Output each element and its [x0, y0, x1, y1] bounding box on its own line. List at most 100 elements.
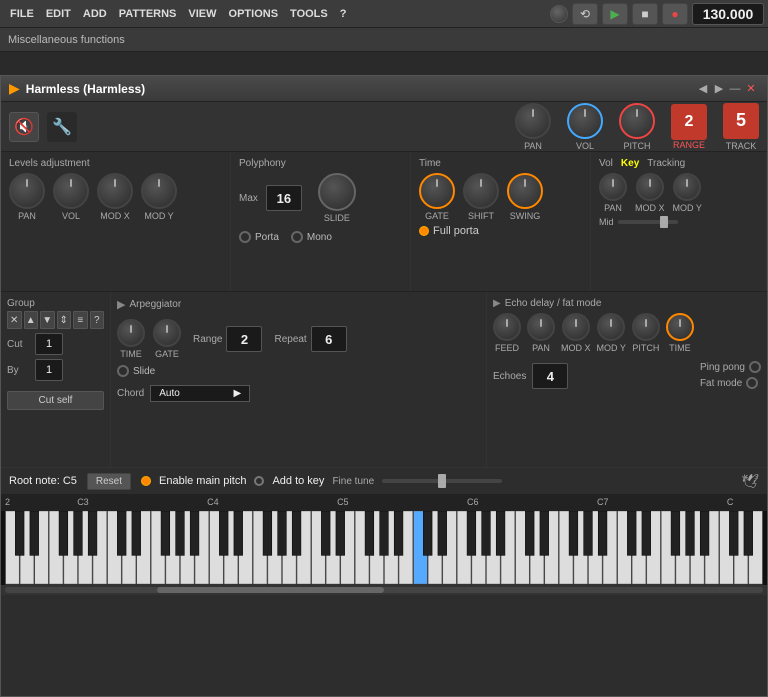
- levels-knobs-row: PAN VOL MOD X MOD Y: [9, 173, 222, 221]
- scroll-thumb[interactable]: [157, 587, 384, 593]
- vkt-mody-group: MOD Y: [673, 173, 702, 213]
- play-back-btn[interactable]: ⟲: [572, 3, 598, 25]
- gate-knob[interactable]: [419, 173, 455, 209]
- nav-prev-btn[interactable]: ◀: [695, 81, 711, 97]
- group-down-btn[interactable]: ▼: [40, 311, 55, 329]
- porta-radio[interactable]: Porta: [239, 231, 279, 243]
- levels-pan-knob[interactable]: [9, 173, 45, 209]
- transport-knob[interactable]: [550, 5, 568, 23]
- mid-slider-thumb: [660, 216, 668, 228]
- record-btn[interactable]: ●: [662, 3, 688, 25]
- vkt-modx-knob[interactable]: [636, 173, 664, 201]
- menu-options[interactable]: OPTIONS: [223, 6, 285, 22]
- add-to-key-radio[interactable]: [254, 476, 264, 486]
- vkt-mody-knob[interactable]: [673, 173, 701, 201]
- levels-modx-knob[interactable]: [97, 173, 133, 209]
- vkt-modx-label: MOD X: [635, 203, 665, 213]
- slide-radio-circle[interactable]: [117, 365, 129, 377]
- echo-pitch-knob[interactable]: [632, 313, 660, 341]
- slide-radio[interactable]: Slide: [117, 365, 155, 377]
- vkt-pan-knob[interactable]: [599, 173, 627, 201]
- echo-time-knob[interactable]: [666, 313, 694, 341]
- mono-radio-circle[interactable]: [291, 231, 303, 243]
- range-box[interactable]: 2: [671, 104, 707, 140]
- fine-tune-slider[interactable]: [382, 479, 502, 483]
- nav-next-btn[interactable]: ▶: [711, 81, 727, 97]
- menu-patterns[interactable]: PATTERNS: [113, 6, 183, 22]
- arp-gate-knob[interactable]: [153, 319, 181, 347]
- play-btn[interactable]: ▶: [602, 3, 628, 25]
- mono-label: Mono: [307, 232, 332, 243]
- track-box[interactable]: 5: [723, 103, 759, 139]
- echo-header: ▶ Echo delay / fat mode: [493, 298, 761, 309]
- mid-slider[interactable]: [618, 220, 678, 224]
- vol-knob-top[interactable]: [567, 103, 603, 139]
- menu-help[interactable]: ?: [334, 6, 353, 22]
- group-help-btn[interactable]: ?: [90, 311, 105, 329]
- chord-dropdown[interactable]: Auto ▶: [150, 385, 250, 402]
- pan-knob-top[interactable]: [515, 103, 551, 139]
- range-pair: Range 2: [193, 326, 262, 352]
- menu-edit[interactable]: EDIT: [40, 6, 77, 22]
- minimize-btn[interactable]: —: [727, 81, 743, 97]
- menu-file[interactable]: FILE: [4, 6, 40, 22]
- gate-knob-group: GATE: [419, 173, 455, 221]
- arp-arrow: ▶: [117, 298, 125, 311]
- max-value[interactable]: 16: [266, 185, 302, 211]
- group-updown-btn[interactable]: ⇕: [57, 311, 72, 329]
- range-repeat: Range 2 Repeat 6: [193, 326, 347, 352]
- by-value[interactable]: 1: [35, 359, 63, 381]
- swing-knob[interactable]: [507, 173, 543, 209]
- fullporta-dot[interactable]: [419, 226, 429, 236]
- arp-gate-label: GATE: [155, 349, 179, 359]
- arp-time-knob[interactable]: [117, 319, 145, 347]
- ping-pong-radio[interactable]: [749, 361, 761, 373]
- echo-pan-knob[interactable]: [527, 313, 555, 341]
- group-controls: Cut 1 By 1 Cut self: [7, 333, 104, 410]
- piano-keys[interactable]: // Will be drawn by JS below: [1, 511, 767, 585]
- reset-btn[interactable]: Reset: [87, 473, 131, 490]
- group-x-btn[interactable]: ✕: [7, 311, 22, 329]
- max-row: Max 16 SLIDE: [239, 173, 402, 223]
- levels-mody-knob[interactable]: [141, 173, 177, 209]
- fat-mode-radio[interactable]: [746, 377, 758, 389]
- piano-keys-svg[interactable]: // Will be drawn by JS below: [1, 511, 767, 585]
- echo-pitch-group: PITCH: [632, 313, 660, 353]
- echo-feed-knob[interactable]: [493, 313, 521, 341]
- bpm-display[interactable]: 130.000: [692, 3, 764, 25]
- time-title: Time: [419, 158, 582, 169]
- speaker-icon[interactable]: 🔇: [9, 112, 39, 142]
- piano-scrollbar[interactable]: [1, 585, 767, 595]
- echo-mody-knob[interactable]: [597, 313, 625, 341]
- enable-pitch-radio[interactable]: [141, 476, 151, 486]
- menu-tools[interactable]: TOOLS: [284, 6, 334, 22]
- close-btn[interactable]: ✕: [743, 81, 759, 97]
- group-up-btn[interactable]: ▲: [24, 311, 39, 329]
- mono-radio[interactable]: Mono: [291, 231, 332, 243]
- cut-self-btn[interactable]: Cut self: [7, 391, 104, 410]
- porta-radio-circle[interactable]: [239, 231, 251, 243]
- misc-functions-label: Miscellaneous functions: [8, 34, 125, 46]
- stop-btn[interactable]: ■: [632, 3, 658, 25]
- slide-knob[interactable]: [318, 173, 356, 211]
- piano-label-2: 2: [5, 497, 77, 507]
- range-value[interactable]: 2: [226, 326, 262, 352]
- pitch-knob-top[interactable]: [619, 103, 655, 139]
- repeat-value[interactable]: 6: [311, 326, 347, 352]
- poly-title: Polyphony: [239, 158, 402, 169]
- vkt-vol-label: Vol: [599, 158, 613, 169]
- piano-label-c6: C6: [467, 497, 597, 507]
- echo-modx-label: MOD X: [561, 343, 591, 353]
- echoes-value[interactable]: 4: [532, 363, 568, 389]
- echo-modx-knob[interactable]: [562, 313, 590, 341]
- scroll-track[interactable]: [5, 587, 763, 593]
- slide-label: SLIDE: [324, 213, 350, 223]
- levels-vol-knob[interactable]: [53, 173, 89, 209]
- bird-icon: 🕊: [741, 473, 759, 490]
- cut-value[interactable]: 1: [35, 333, 63, 355]
- menu-add[interactable]: ADD: [77, 6, 113, 22]
- wrench-icon[interactable]: 🔧: [47, 112, 77, 142]
- menu-view[interactable]: VIEW: [182, 6, 222, 22]
- group-list-btn[interactable]: ≡: [73, 311, 88, 329]
- shift-knob[interactable]: [463, 173, 499, 209]
